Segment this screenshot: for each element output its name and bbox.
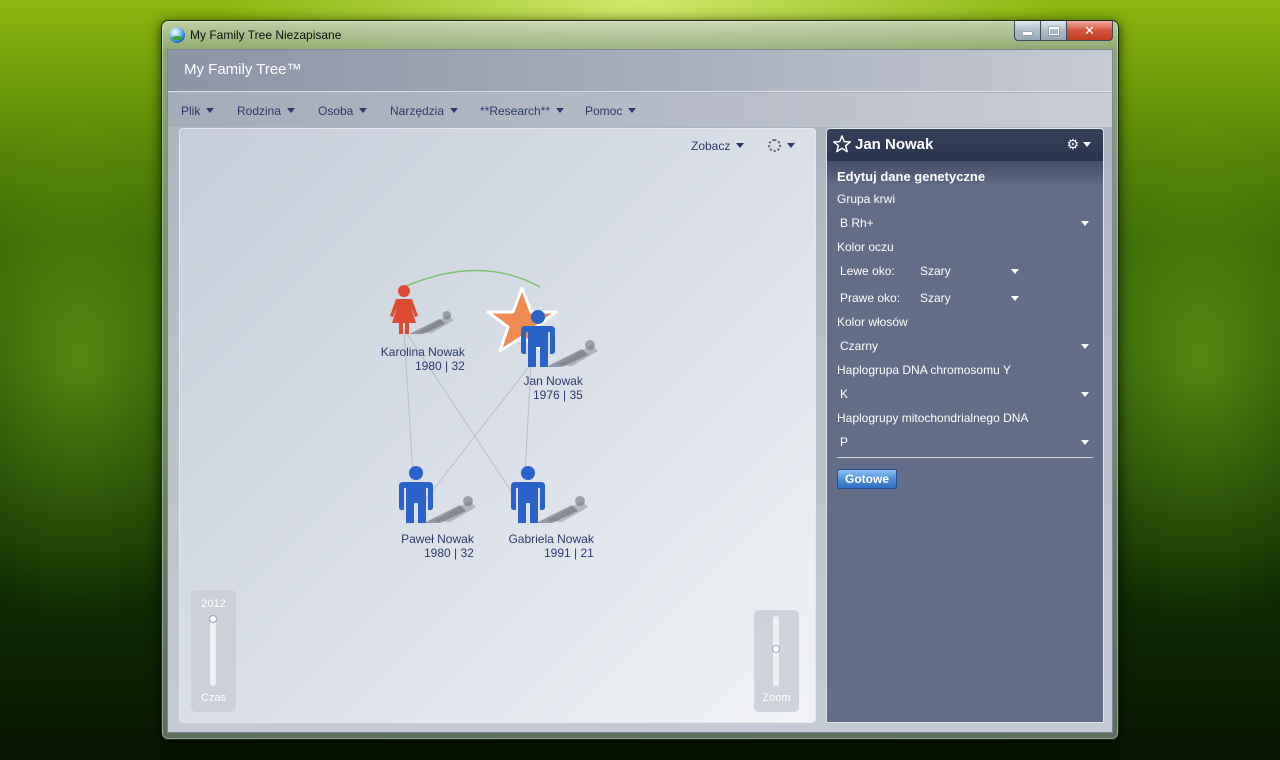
right-eye-label: Prawe oko: [840, 291, 901, 305]
tree-canvas[interactable]: Zobacz Karolina Nowak 1980 | 32 Jan Nowa… [179, 128, 816, 723]
zoom-slider-thumb[interactable] [772, 645, 780, 653]
app-title: My Family Tree™ [184, 61, 302, 78]
panel-settings-button[interactable]: ⚙ [1066, 136, 1091, 153]
menu-narzedzia[interactable]: Narzędzia [390, 104, 459, 118]
chevron-down-icon [1081, 221, 1089, 226]
mt-dna-select[interactable]: P [837, 431, 1093, 453]
time-slider-year: 2012 [201, 598, 226, 610]
person-jan-label[interactable]: Jan Nowak 1976 | 35 [523, 374, 582, 402]
chevron-down-icon [628, 108, 637, 113]
chevron-down-icon [1081, 392, 1089, 397]
menu-research[interactable]: **Research** [480, 104, 565, 118]
favorite-star-icon[interactable] [833, 135, 851, 153]
person-karolina-icon[interactable] [390, 285, 454, 334]
panel-divider [837, 457, 1093, 458]
hair-color-label: Kolor włosów [837, 315, 908, 329]
genetic-data-panel: Jan Nowak ⚙ Edytuj dane genetyczne Grupa… [826, 128, 1104, 723]
person-pawel-label[interactable]: Paweł Nowak 1980 | 32 [400, 532, 474, 560]
person-jan-icon[interactable] [486, 286, 598, 367]
chevron-down-icon [1083, 142, 1091, 147]
eye-color-label: Kolor oczu [837, 240, 894, 254]
y-dna-label: Haplogrupa DNA chromosomu Y [837, 363, 1011, 377]
time-slider-track[interactable] [210, 616, 216, 686]
title-bar[interactable]: My Family Tree Niezapisane ✕ [162, 21, 1118, 49]
person-gabriela-label[interactable]: Gabriela Nowak 1991 | 21 [507, 532, 593, 560]
client-area: My Family Tree™ Plik Rodzina Osoba Narzę… [167, 49, 1113, 733]
chevron-down-icon [1081, 344, 1089, 349]
time-slider: 2012 Czas [191, 590, 236, 712]
zoom-slider-label: Zoom [762, 692, 791, 704]
menu-osoba[interactable]: Osoba [318, 104, 368, 118]
menu-bar: Plik Rodzina Osoba Narzędzia **Research*… [168, 93, 1112, 127]
chevron-down-icon [1081, 440, 1089, 445]
app-header: My Family Tree™ [168, 50, 1112, 92]
close-icon: ✕ [1084, 22, 1095, 38]
menu-rodzina[interactable]: Rodzina [237, 104, 296, 118]
menu-pomoc[interactable]: Pomoc [585, 104, 637, 118]
person-gabriela-icon[interactable] [511, 466, 588, 523]
section-title: Edytuj dane genetyczne [837, 169, 986, 184]
app-globe-icon[interactable] [169, 27, 185, 43]
zoom-slider: Zoom [754, 610, 799, 712]
blood-group-label: Grupa krwi [837, 192, 896, 206]
time-slider-thumb[interactable] [209, 615, 217, 623]
right-eye-select[interactable]: Szary [917, 287, 1023, 309]
minimize-icon [1023, 32, 1032, 35]
left-eye-select[interactable]: Szary [917, 260, 1023, 282]
hair-color-select[interactable]: Czarny [837, 335, 1093, 357]
left-eye-label: Lewe oko: [840, 264, 895, 278]
gear-icon: ⚙ [1066, 136, 1079, 152]
chevron-down-icon [1011, 296, 1019, 301]
window-title: My Family Tree Niezapisane [190, 28, 342, 42]
chevron-down-icon [450, 108, 459, 113]
blood-group-select[interactable]: B Rh+ [837, 212, 1093, 234]
close-button[interactable]: ✕ [1067, 21, 1113, 41]
chevron-down-icon [1011, 269, 1019, 274]
panel-header: Jan Nowak ⚙ [827, 129, 1103, 187]
minimize-button[interactable] [1014, 21, 1041, 41]
window-controls: ✕ [1014, 21, 1113, 41]
chevron-down-icon [556, 108, 565, 113]
chevron-down-icon [359, 108, 368, 113]
mt-dna-label: Haplogrupy mitochondrialnego DNA [837, 411, 1029, 425]
person-pawel-icon[interactable] [399, 466, 476, 523]
time-slider-label: Czas [200, 692, 227, 704]
chevron-down-icon [206, 108, 215, 113]
maximize-icon [1048, 26, 1059, 35]
menu-plik[interactable]: Plik [181, 104, 215, 118]
family-tree-graph [390, 269, 598, 523]
chevron-down-icon [287, 108, 296, 113]
app-window: My Family Tree Niezapisane ✕ My Family T… [161, 20, 1119, 740]
panel-person-name: Jan Nowak [855, 136, 934, 153]
done-button[interactable]: Gotowe [837, 469, 897, 489]
y-dna-select[interactable]: K [837, 383, 1093, 405]
spouse-link [403, 269, 541, 288]
maximize-button[interactable] [1041, 21, 1067, 41]
person-karolina-label[interactable]: Karolina Nowak 1980 | 32 [378, 345, 465, 373]
